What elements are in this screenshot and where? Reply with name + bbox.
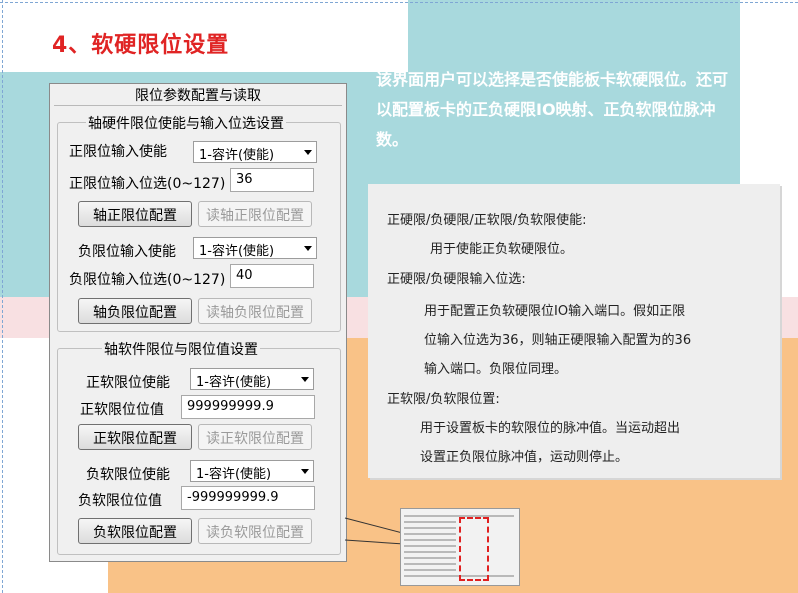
full-window-thumbnail [400,508,520,586]
callout-leader-lines [344,517,461,549]
highlight-box [459,517,489,581]
